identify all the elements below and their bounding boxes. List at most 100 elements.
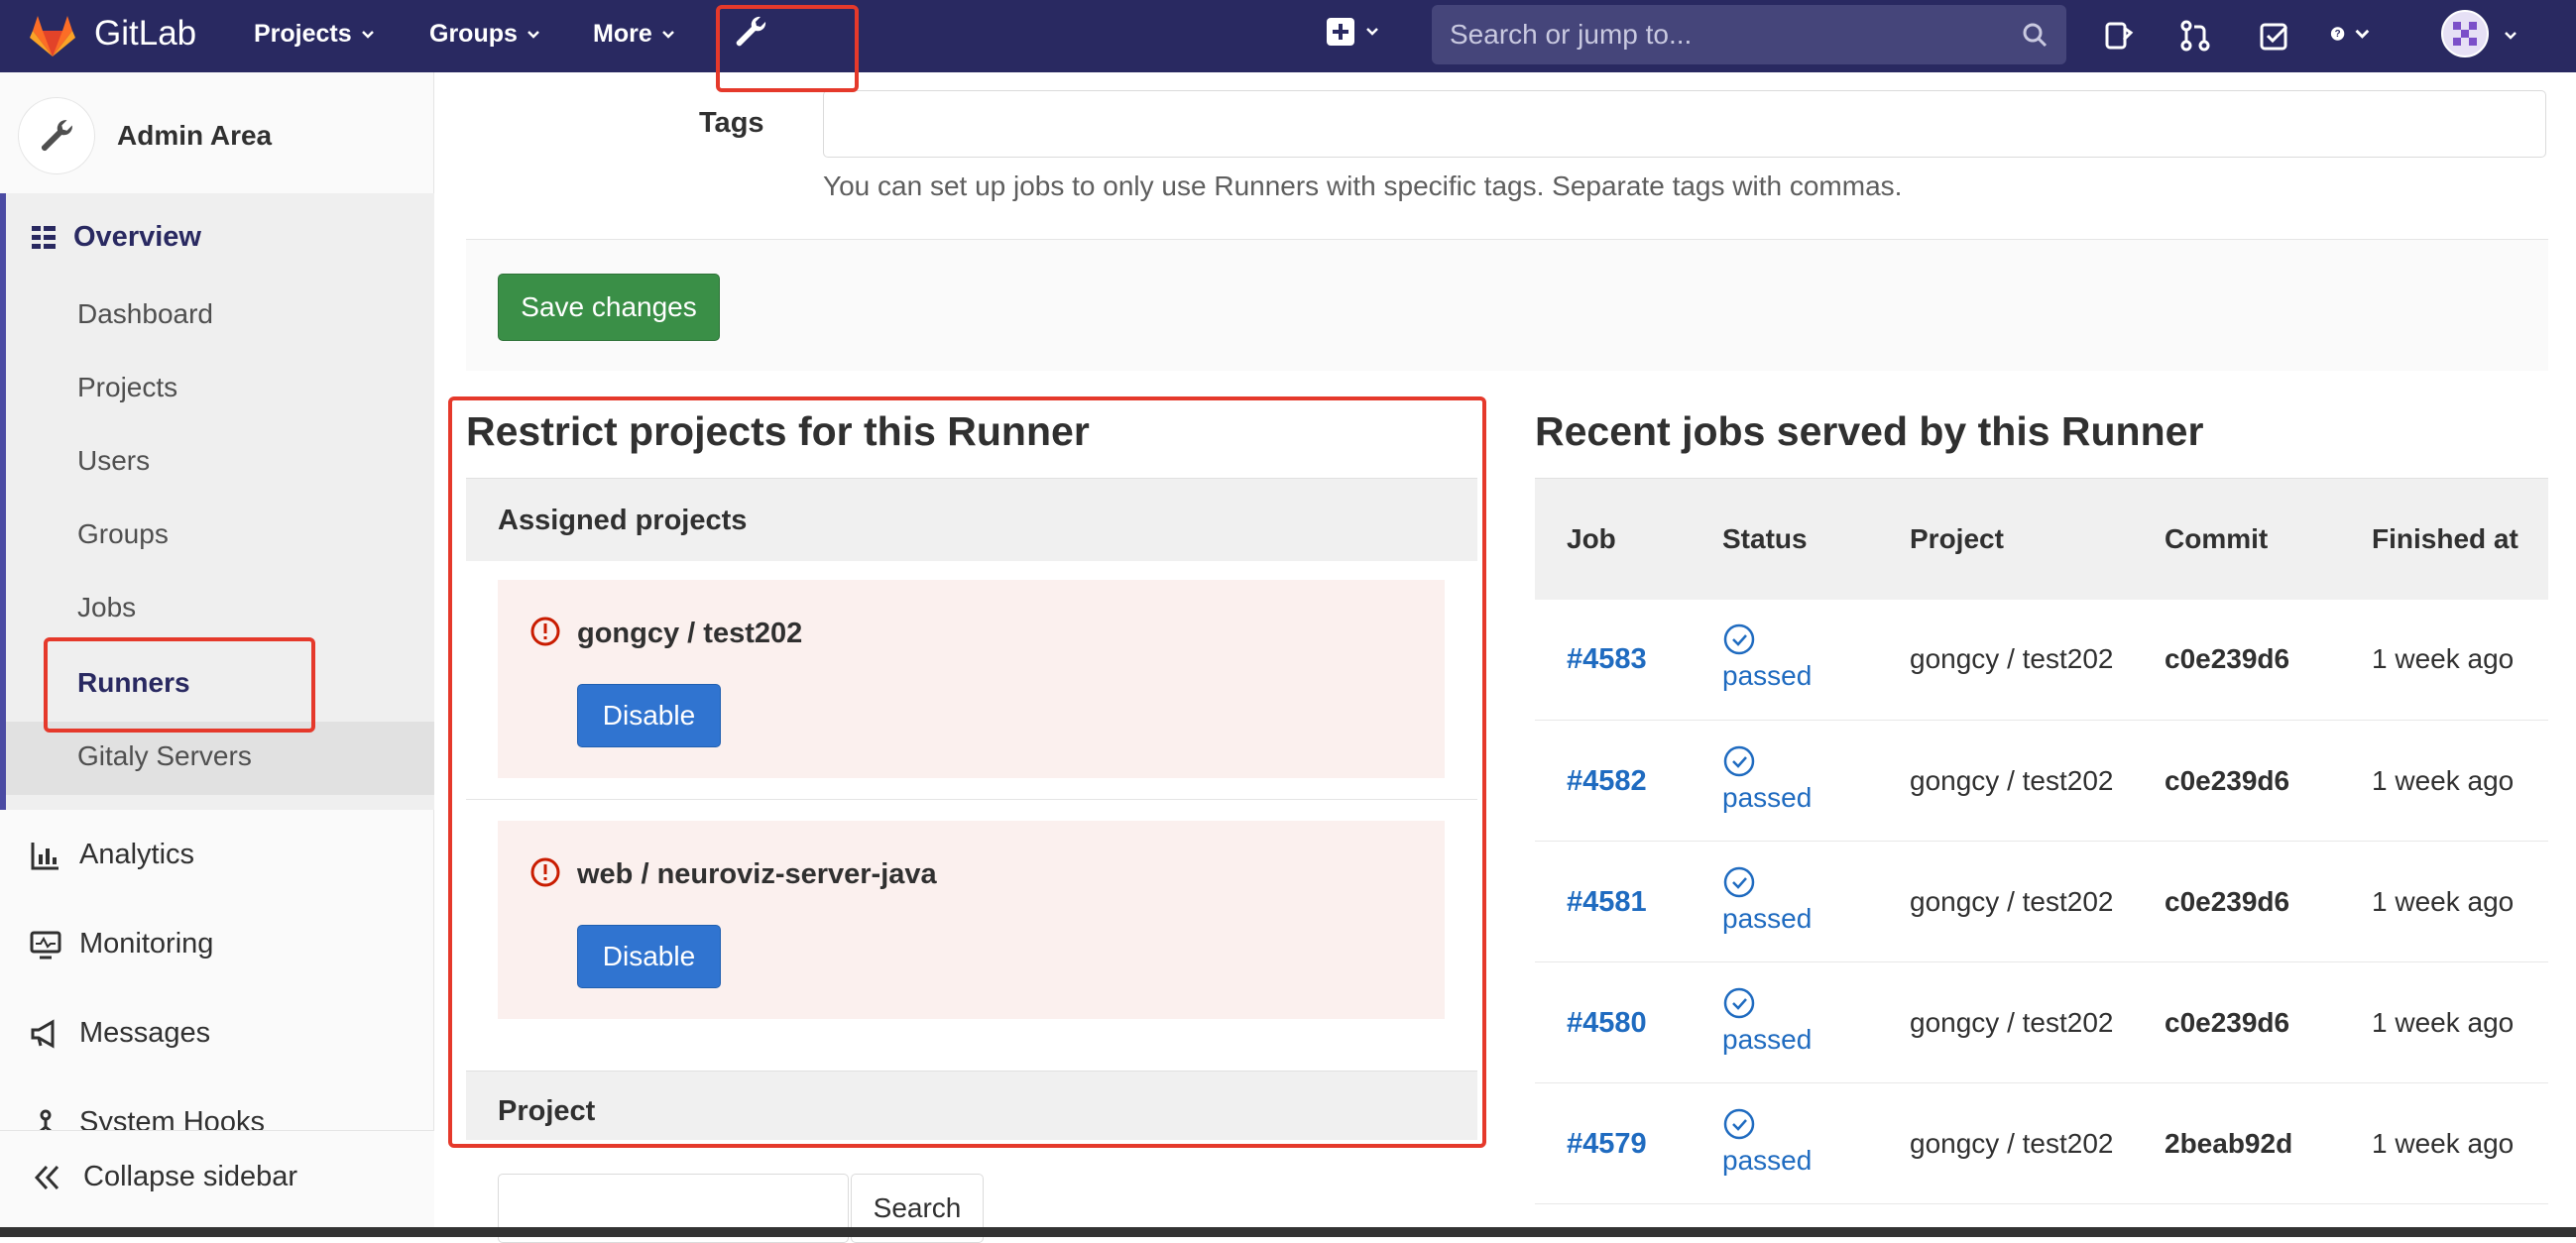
status-badge[interactable]: passed <box>1722 865 1878 939</box>
status-label: passed <box>1722 660 1813 692</box>
chevron-down-icon[interactable] <box>2503 28 2518 44</box>
commit-cell[interactable]: c0e239d6 <box>2133 599 2340 721</box>
sidebar-item-projects[interactable]: Projects <box>77 372 177 403</box>
project-cell[interactable]: gongcy / test202 <box>1878 1082 2133 1204</box>
column-finished-at: Finished at <box>2340 478 2548 600</box>
finished-cell: 1 week ago <box>2340 841 2548 962</box>
job-link[interactable]: #4582 <box>1567 765 1647 797</box>
sidebar-item-groups[interactable]: Groups <box>77 518 169 550</box>
monitoring-label: Monitoring <box>79 928 214 960</box>
overview-label: Overview <box>73 221 201 253</box>
brand-name[interactable]: GitLab <box>94 14 196 54</box>
admin-area-avatar <box>18 97 95 174</box>
menu-more-label: More <box>593 20 652 48</box>
search-icon <box>2023 23 2048 48</box>
recent-jobs-title: Recent jobs served by this Runner <box>1535 408 2204 454</box>
check-circle-icon <box>1723 624 1755 655</box>
column-project: Project <box>1878 478 2133 600</box>
check-circle-icon <box>1723 866 1755 897</box>
status-badge[interactable]: passed <box>1722 744 1878 818</box>
help-dropdown[interactable]: ? <box>2330 17 2372 51</box>
disable-project-button[interactable]: Disable <box>577 684 721 747</box>
avatar-pattern-icon <box>2453 22 2477 46</box>
admin-wrench-icon[interactable] <box>732 13 769 51</box>
commit-cell[interactable]: 2beab92d <box>2133 1082 2340 1204</box>
merge-requests-icon[interactable] <box>2176 17 2214 55</box>
sidebar-item-analytics[interactable]: Analytics <box>30 839 194 871</box>
new-item-dropdown[interactable] <box>1327 18 1380 46</box>
project-divider <box>466 799 1477 800</box>
window-bottom-edge <box>0 1227 2576 1237</box>
sidebar-item-messages[interactable]: Messages <box>30 1017 210 1050</box>
search-input[interactable] <box>1450 19 2021 51</box>
project-header: Project <box>466 1071 1477 1140</box>
project-cell[interactable]: gongcy / test202 <box>1878 599 2133 721</box>
gitlab-logo-icon[interactable] <box>28 11 77 60</box>
sidebar-item-overview[interactable]: Overview <box>30 221 201 254</box>
analytics-icon <box>31 842 59 869</box>
assigned-project-card: gongcy / test202 Disable <box>498 580 1445 778</box>
table-row: #4581 passed gongcy / test202 c0e239d6 1… <box>1535 841 2548 962</box>
sidebar-item-gitaly-servers[interactable]: Gitaly Servers <box>77 740 252 772</box>
assigned-project-card: web / neuroviz-server-java Disable <box>498 821 1445 1019</box>
job-link[interactable]: #4581 <box>1567 886 1647 918</box>
sidebar-item-users[interactable]: Users <box>77 445 150 477</box>
todos-icon[interactable] <box>2256 17 2293 55</box>
sidebar-item-dashboard[interactable]: Dashboard <box>77 298 213 330</box>
collapse-sidebar-label: Collapse sidebar <box>83 1161 298 1192</box>
status-label: passed <box>1722 1023 1813 1055</box>
menu-groups[interactable]: Groups <box>429 20 541 49</box>
sidebar-item-jobs[interactable]: Jobs <box>77 592 136 623</box>
menu-projects[interactable]: Projects <box>254 20 376 49</box>
commit-cell[interactable]: c0e239d6 <box>2133 961 2340 1083</box>
assigned-projects-header: Assigned projects <box>466 478 1477 561</box>
status-label: passed <box>1722 781 1813 813</box>
plus-square-icon <box>1327 18 1354 46</box>
warning-icon <box>530 617 560 646</box>
user-avatar[interactable] <box>2441 10 2489 57</box>
job-link[interactable]: #4580 <box>1567 1007 1647 1039</box>
status-badge[interactable]: passed <box>1722 986 1878 1060</box>
sidebar-item-runners[interactable]: Runners <box>77 667 190 699</box>
table-row: #4582 passed gongcy / test202 c0e239d6 1… <box>1535 720 2548 842</box>
sidebar-item-monitoring[interactable]: Monitoring <box>30 928 213 960</box>
commit-cell[interactable]: c0e239d6 <box>2133 720 2340 842</box>
collapse-sidebar-button[interactable]: Collapse sidebar <box>0 1130 434 1237</box>
chevron-down-icon <box>361 30 374 39</box>
assigned-project-name[interactable]: web / neuroviz-server-java <box>577 858 937 891</box>
issues-icon[interactable] <box>2100 17 2138 55</box>
job-link[interactable]: #4583 <box>1567 643 1647 675</box>
table-row: #4583 passed gongcy / test202 c0e239d6 1… <box>1535 599 2548 721</box>
table-row: #4579 passed gongcy / test202 2beab92d 1… <box>1535 1082 2548 1204</box>
svg-text:?: ? <box>2335 29 2341 40</box>
restrict-projects-title: Restrict projects for this Runner <box>466 408 1090 454</box>
megaphone-icon <box>31 1018 55 1049</box>
double-chevron-left-icon <box>34 1165 59 1189</box>
tags-input[interactable] <box>823 90 2546 158</box>
sidebar-header[interactable]: Admin Area <box>18 97 272 174</box>
finished-cell: 1 week ago <box>2340 961 2548 1083</box>
chevron-down-icon <box>2355 29 2370 39</box>
search-box[interactable] <box>1432 5 2066 64</box>
project-cell[interactable]: gongcy / test202 <box>1878 961 2133 1083</box>
column-status: Status <box>1691 478 1878 600</box>
project-cell[interactable]: gongcy / test202 <box>1878 841 2133 962</box>
commit-cell[interactable]: c0e239d6 <box>2133 841 2340 962</box>
job-link[interactable]: #4579 <box>1567 1128 1647 1160</box>
assigned-project-name[interactable]: gongcy / test202 <box>577 618 802 650</box>
status-badge[interactable]: passed <box>1722 1107 1878 1181</box>
column-job: Job <box>1535 478 1691 600</box>
wrench-icon <box>41 120 72 152</box>
check-circle-icon <box>1723 987 1755 1018</box>
status-label: passed <box>1722 902 1813 934</box>
status-badge[interactable]: passed <box>1722 622 1878 696</box>
table-row: #4580 passed gongcy / test202 c0e239d6 1… <box>1535 961 2548 1083</box>
save-changes-button[interactable]: Save changes <box>498 274 720 341</box>
menu-more[interactable]: More <box>593 20 676 49</box>
disable-project-button[interactable]: Disable <box>577 925 721 988</box>
project-cell[interactable]: gongcy / test202 <box>1878 720 2133 842</box>
chevron-down-icon <box>1366 28 1378 36</box>
chevron-down-icon <box>661 30 674 39</box>
menu-groups-label: Groups <box>429 20 518 48</box>
check-circle-icon <box>1723 1108 1755 1139</box>
